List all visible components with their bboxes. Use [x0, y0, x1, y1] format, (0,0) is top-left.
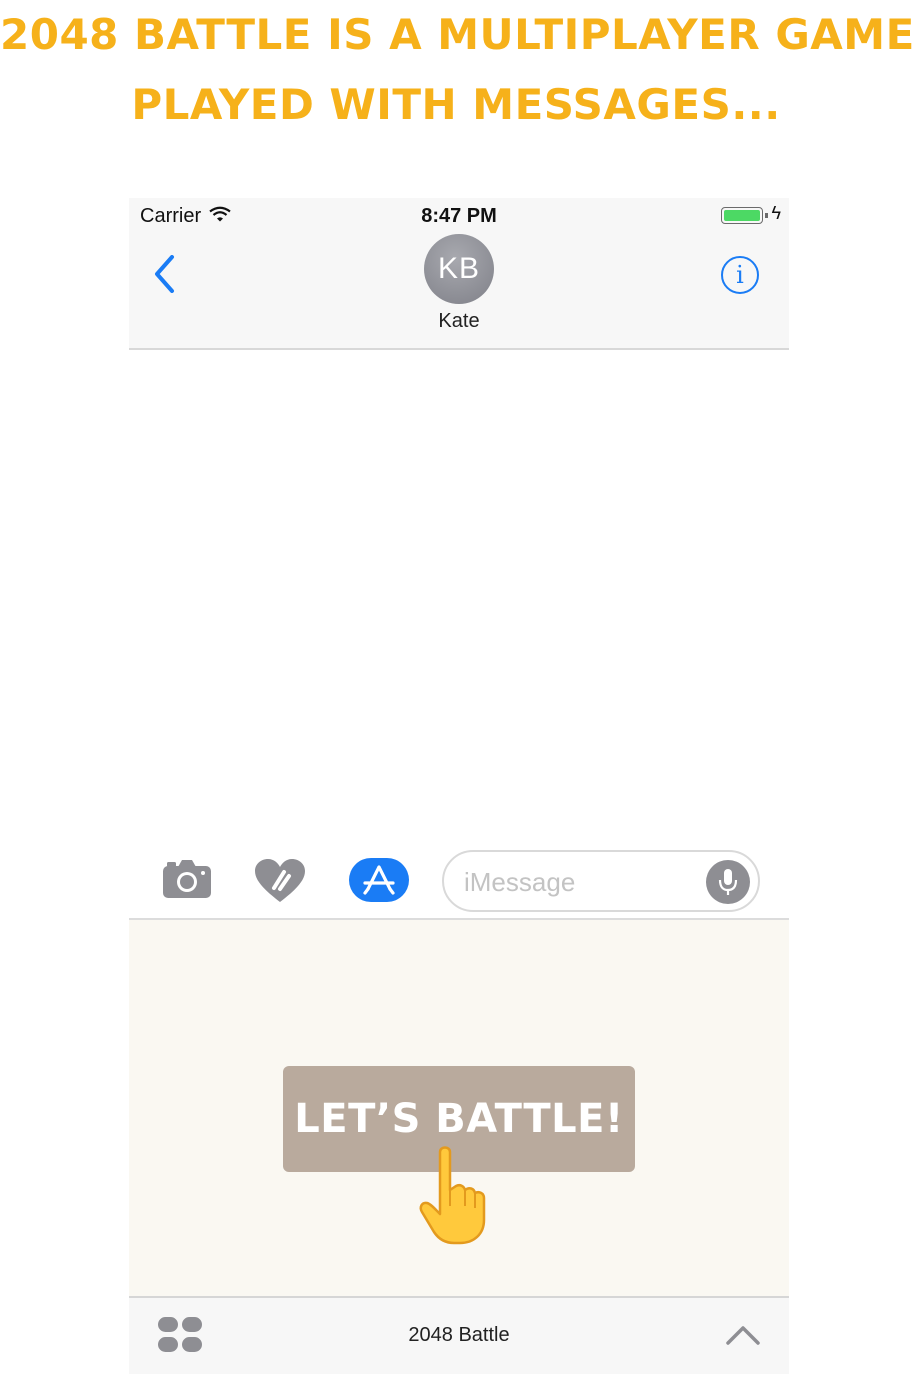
app-title: 2048 Battle	[408, 1324, 510, 1346]
headline-line-2: PLAYED WITH MESSAGES...	[131, 80, 781, 129]
info-button[interactable]: i	[721, 256, 759, 294]
contact-name[interactable]: Kate	[129, 310, 789, 333]
chevron-up-icon	[726, 1326, 760, 1345]
pointing-hand-icon	[416, 1146, 496, 1246]
charging-bolt-icon: ϟ	[771, 203, 781, 223]
message-input[interactable]	[464, 866, 684, 898]
contact-avatar[interactable]: KB	[424, 234, 494, 304]
expand-button[interactable]	[725, 1324, 761, 1351]
heart-icon	[255, 859, 305, 902]
app-drawer-bar: 2048 Battle	[129, 1296, 789, 1374]
battery-fill	[724, 210, 760, 221]
carrier-label: Carrier	[140, 205, 202, 227]
game-panel: LET’S BATTLE!	[129, 920, 789, 1296]
app-store-icon	[363, 865, 395, 895]
phone-screen: Carrier 8:47 PM ϟ KB Kate i iMessage LET…	[129, 198, 789, 1374]
dictation-button[interactable]	[706, 860, 750, 904]
camera-button[interactable]	[161, 858, 213, 905]
digital-touch-button[interactable]	[253, 858, 307, 909]
chevron-left-icon	[155, 255, 174, 293]
status-carrier: Carrier	[140, 205, 231, 228]
navigation-header: Carrier 8:47 PM ϟ KB Kate i	[129, 198, 789, 350]
microphone-icon	[718, 869, 738, 895]
back-button[interactable]	[147, 254, 181, 294]
battery-icon	[721, 207, 768, 224]
message-input-bar	[129, 838, 789, 920]
headline: 2048 BATTLE IS A MULTIPLAYER GAME PLAYED…	[0, 0, 912, 140]
wifi-icon	[209, 205, 231, 228]
info-icon: i	[736, 261, 744, 289]
imessage-field[interactable]	[442, 850, 760, 912]
app-store-button[interactable]	[349, 858, 409, 902]
camera-icon	[163, 860, 211, 898]
headline-line-1: 2048 BATTLE IS A MULTIPLAYER GAME	[0, 10, 912, 59]
